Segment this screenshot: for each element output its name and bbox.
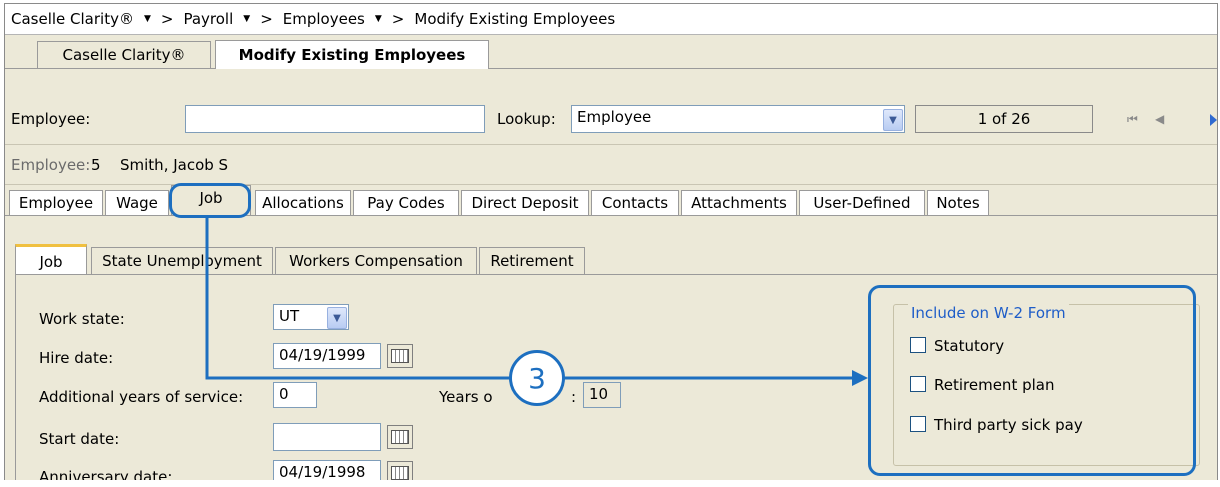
step-number: 3 [528,361,546,395]
step-callout: 3 [509,350,565,406]
arrowhead-icon [852,370,868,386]
callout-connector [205,218,868,386]
